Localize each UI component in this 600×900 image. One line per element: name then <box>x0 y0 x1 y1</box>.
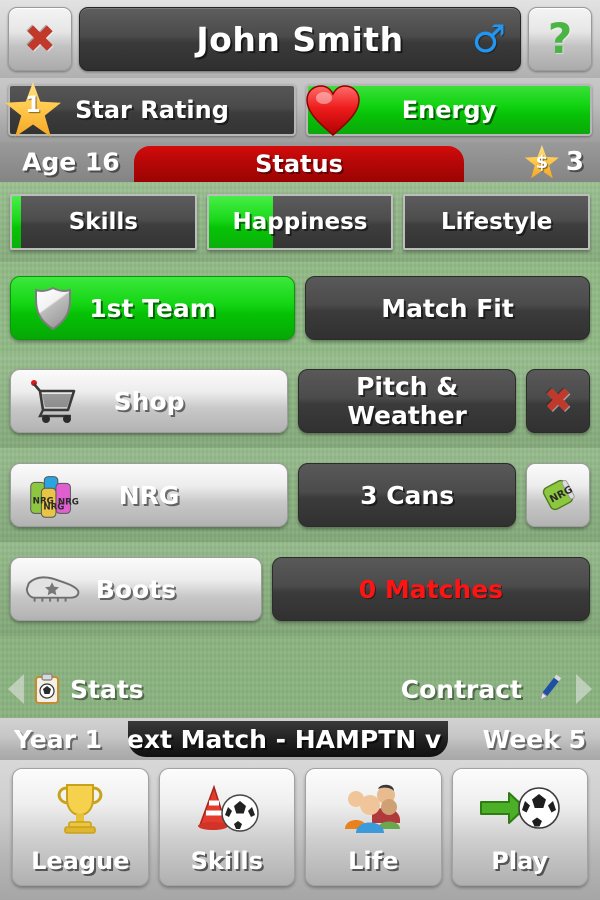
squad-row: 1st Team Match Fit <box>0 262 600 354</box>
page-navigation: Stats Contract <box>0 660 600 718</box>
clipboard-icon <box>34 673 60 705</box>
shop-button[interactable]: Shop <box>10 369 289 433</box>
star-rating-meter[interactable]: 1 Star Rating <box>5 82 296 137</box>
boots-button[interactable]: Boots <box>10 557 262 621</box>
male-gender-icon: ♂ <box>471 17 506 61</box>
heart-icon <box>304 83 362 137</box>
nrg-count-button[interactable]: 3 Cans <box>298 463 516 527</box>
page-title: John Smith <box>196 19 404 59</box>
boots-row: Boots 0 Matches <box>0 542 600 636</box>
tab-play-label: Play <box>491 847 549 875</box>
shopping-cart-icon <box>23 377 83 425</box>
dismiss-weather-button[interactable]: ✖ <box>526 369 590 433</box>
arrow-ball-icon <box>453 769 588 847</box>
header-bar: ✖ John Smith ♂ ? <box>0 0 600 78</box>
nrg-can-icon: NRG <box>536 475 580 515</box>
pitch-weather-label: Pitch & Weather <box>347 372 467 430</box>
nrg-button[interactable]: NRG NRG NRG NRG <box>10 463 289 527</box>
star-rating-label: Star Rating <box>75 96 229 124</box>
nrg-count-label: 3 Cans <box>360 480 455 510</box>
age-label: Age 16 <box>22 147 120 177</box>
energy-label: Energy <box>401 96 497 124</box>
prev-page-button[interactable]: Stats <box>8 673 144 705</box>
prev-page-label: Stats <box>70 674 144 704</box>
football-boot-icon <box>23 565 83 613</box>
boots-matches-button[interactable]: 0 Matches <box>271 557 590 621</box>
nrg-cans-icon: NRG NRG NRG <box>23 471 83 519</box>
next-match-text: Next Match - HAMPTN v CHI <box>128 724 448 754</box>
svg-text:NRG: NRG <box>58 498 79 508</box>
metrics-bar: 1 Star Rating Energy <box>0 78 600 142</box>
help-button[interactable]: ? <box>528 7 592 71</box>
main-content: Skills Happiness Lifestyle 1st Team Matc… <box>0 182 600 636</box>
tab-skills[interactable]: Skills <box>158 768 295 886</box>
attribute-happiness[interactable]: Happiness <box>206 194 394 250</box>
status-tab-row: Age 16 Status $ 3 <box>0 142 600 182</box>
shop-row: Shop Pitch & Weather ✖ <box>0 354 600 448</box>
use-nrg-button[interactable]: NRG <box>526 463 590 527</box>
tab-life[interactable]: Life <box>305 768 442 886</box>
tab-skills-label: Skills <box>190 847 263 875</box>
fitness-button[interactable]: Match Fit <box>305 276 590 340</box>
next-match-ticker[interactable]: Next Match - HAMPTN v CHI <box>128 721 448 757</box>
people-icon <box>306 769 441 847</box>
tab-life-label: Life <box>348 847 399 875</box>
boots-matches-label: 0 Matches <box>358 574 504 604</box>
dollar-sign: $ <box>535 151 549 173</box>
pen-icon <box>532 672 566 706</box>
player-name-panel[interactable]: John Smith ♂ <box>79 7 521 71</box>
close-icon: ✖ <box>24 17 56 61</box>
attribute-lifestyle[interactable]: Lifestyle <box>403 194 591 250</box>
team-status-button[interactable]: 1st Team <box>10 276 295 340</box>
tab-league-label: League <box>31 847 130 875</box>
trophy-icon <box>13 769 148 847</box>
close-button[interactable]: ✖ <box>8 7 72 71</box>
star-rating-value: 1 <box>25 93 41 118</box>
shield-icon <box>23 284 83 332</box>
star-icon: 1 <box>4 81 62 139</box>
attribute-happiness-label: Happiness <box>232 209 368 235</box>
attributes-row: Skills Happiness Lifestyle <box>0 182 600 262</box>
chevron-left-icon <box>8 674 24 704</box>
currency-display[interactable]: $ 3 <box>524 145 584 179</box>
chevron-right-icon <box>576 674 592 704</box>
tab-status-label: Status <box>255 150 343 178</box>
coin-count: 3 <box>565 147 584 177</box>
coin-star-icon: $ <box>524 145 559 179</box>
week-label: Week 5 <box>482 724 586 754</box>
nrg-row: NRG NRG NRG NRG 3 Cans NRG <box>0 448 600 542</box>
cone-ball-icon <box>160 769 295 847</box>
pitch-weather-button[interactable]: Pitch & Weather <box>298 369 516 433</box>
energy-meter[interactable]: Energy <box>306 84 592 136</box>
attribute-skills[interactable]: Skills <box>10 194 197 250</box>
year-label: Year 1 <box>14 724 103 754</box>
close-x-icon: ✖ <box>543 381 573 421</box>
next-page-button[interactable]: Contract <box>401 672 592 706</box>
skills-fill <box>12 196 22 248</box>
tab-play[interactable]: Play <box>451 768 588 886</box>
attribute-lifestyle-label: Lifestyle <box>441 209 553 235</box>
status-ticker: Year 1 Week 5 Next Match - HAMPTN v CHI <box>0 718 600 760</box>
tab-status[interactable]: Status <box>134 146 464 182</box>
game-screen: ✖ John Smith ♂ ? 1 Star Rating Energy Ag… <box>0 0 600 900</box>
attribute-skills-label: Skills <box>68 209 138 235</box>
tab-league[interactable]: League <box>12 768 149 886</box>
next-page-label: Contract <box>400 674 522 704</box>
question-mark-icon: ? <box>547 14 573 63</box>
fitness-label: Match Fit <box>381 293 514 323</box>
bottom-tab-bar: League Skills Life Play <box>0 760 600 900</box>
